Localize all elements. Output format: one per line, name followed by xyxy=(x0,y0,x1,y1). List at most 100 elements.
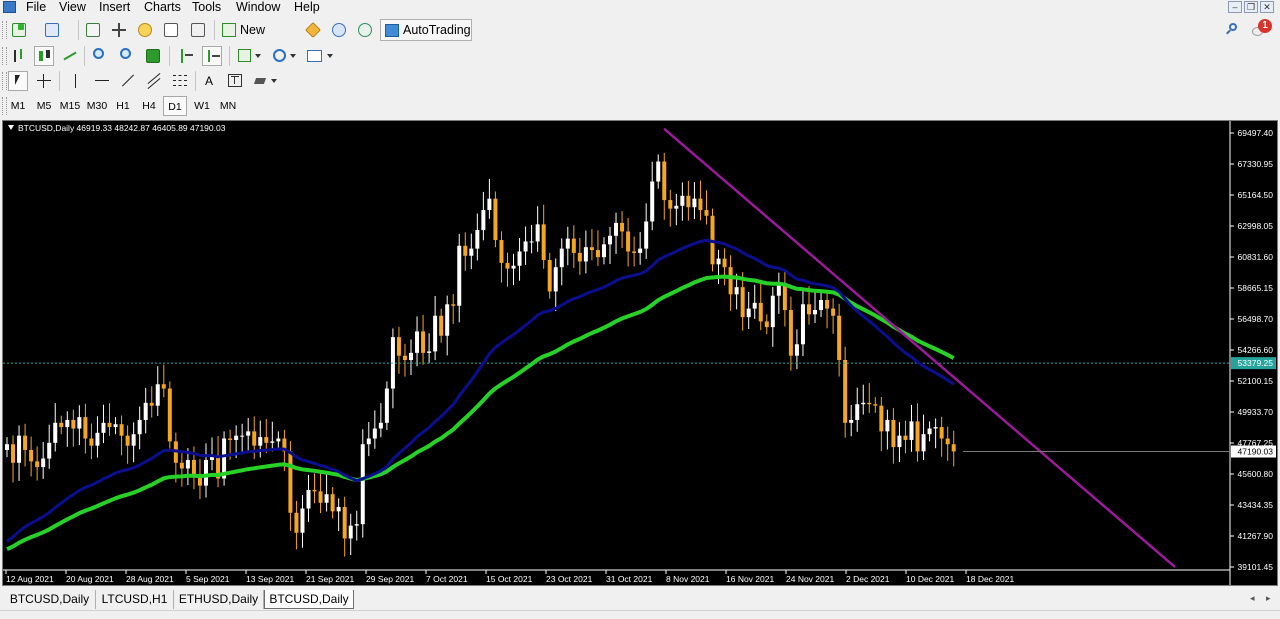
candle-body xyxy=(366,438,371,445)
timeframe-m15[interactable]: M15 xyxy=(58,96,82,116)
autoscroll-icon[interactable] xyxy=(202,46,222,66)
trendline-icon[interactable] xyxy=(118,71,138,91)
menu-file[interactable]: File xyxy=(24,0,48,15)
candle-body xyxy=(843,359,848,423)
fibonacci-icon[interactable] xyxy=(170,71,190,91)
cursor-icon[interactable] xyxy=(8,71,28,91)
time-tick-label: 2 Dec 2021 xyxy=(846,574,890,584)
price-tick-label: 67330.95 xyxy=(1238,159,1274,169)
autotrading-button[interactable]: AutoTrading xyxy=(380,19,472,41)
candle-body xyxy=(17,435,22,463)
candle-body xyxy=(921,434,926,452)
candle-body xyxy=(378,422,383,429)
candle-body xyxy=(360,444,365,525)
market-watch-icon[interactable] xyxy=(83,20,103,40)
candle-body xyxy=(595,250,600,258)
price-chart[interactable]: BTCUSD,Daily 46919.33 48242.87 46405.89 … xyxy=(3,121,1277,585)
data-window-icon[interactable] xyxy=(109,20,129,40)
indicators-dropdown-icon[interactable] xyxy=(235,46,263,66)
tab-scroll-right-icon[interactable]: ▸ xyxy=(1266,593,1271,604)
toolbar-grip[interactable] xyxy=(2,21,7,39)
chart-collapse-icon[interactable] xyxy=(8,125,14,130)
candle-body xyxy=(867,402,872,405)
candle-body xyxy=(764,321,769,328)
candle-body xyxy=(909,421,914,440)
metaeditor-icon[interactable] xyxy=(303,20,323,40)
tab-ltcusd-h1[interactable]: LTCUSD,H1 xyxy=(96,590,174,609)
navigator-icon[interactable] xyxy=(135,20,155,40)
timeframe-w1[interactable]: W1 xyxy=(190,96,214,116)
terminal-icon[interactable] xyxy=(161,20,181,40)
text-label-icon[interactable] xyxy=(225,71,245,91)
candle-body xyxy=(77,417,82,429)
menu-insert[interactable]: Insert xyxy=(97,0,132,15)
timeframe-h4[interactable]: H4 xyxy=(137,96,161,116)
vertical-line-icon[interactable] xyxy=(66,71,86,91)
profiles-icon[interactable] xyxy=(42,20,62,40)
tab-btcusd-daily-active[interactable]: BTCUSD,Daily xyxy=(264,590,354,609)
candle-body xyxy=(119,424,124,436)
new-chart-icon[interactable] xyxy=(9,20,29,40)
candle-body xyxy=(330,494,335,512)
timeframe-m30[interactable]: M30 xyxy=(85,96,109,116)
horizontal-line-icon[interactable] xyxy=(92,71,112,91)
toolbar-grip[interactable] xyxy=(2,47,7,65)
periods-dropdown-icon[interactable] xyxy=(270,46,298,66)
templates-dropdown-icon[interactable] xyxy=(305,46,335,66)
toolbar-separator xyxy=(78,20,79,40)
toolbar-grip[interactable] xyxy=(2,72,7,90)
equidistant-channel-icon[interactable] xyxy=(144,71,164,91)
timeframe-d1[interactable]: D1 xyxy=(163,96,187,116)
signals-icon[interactable] xyxy=(355,20,375,40)
text-tool-icon[interactable]: A xyxy=(199,71,219,91)
timeframe-h1[interactable]: H1 xyxy=(111,96,135,116)
candle-body xyxy=(614,222,619,236)
candle-body xyxy=(324,494,329,503)
toolbar-separator xyxy=(229,46,230,66)
arrows-dropdown-icon[interactable] xyxy=(251,71,279,91)
close-icon[interactable]: ✕ xyxy=(1260,1,1274,13)
time-tick-label: 31 Oct 2021 xyxy=(606,574,653,584)
candle-body xyxy=(246,431,251,436)
candle-body xyxy=(11,444,16,463)
app-icon[interactable] xyxy=(3,1,16,13)
menu-window[interactable]: Window xyxy=(234,0,282,15)
price-tick-label: 41267.90 xyxy=(1238,531,1274,541)
restore-icon[interactable]: ❐ xyxy=(1244,1,1258,13)
candle-body xyxy=(101,422,106,433)
new-order-button[interactable]: New Order xyxy=(220,19,298,59)
tab-scroll-left-icon[interactable]: ◂ xyxy=(1250,593,1255,604)
tile-windows-icon[interactable] xyxy=(143,46,163,66)
menu-tools[interactable]: Tools xyxy=(190,0,223,15)
menu-view[interactable]: View xyxy=(57,0,88,15)
candle-body xyxy=(692,198,697,208)
timeframe-mn[interactable]: MN xyxy=(216,96,240,116)
candle-body xyxy=(517,251,522,266)
zoom-out-icon[interactable] xyxy=(117,46,137,66)
minimize-icon[interactable]: – xyxy=(1228,1,1242,13)
community-icon[interactable] xyxy=(329,20,349,40)
tab-btcusd-daily-1[interactable]: BTCUSD,Daily xyxy=(4,590,96,609)
timeframe-m5[interactable]: M5 xyxy=(32,96,56,116)
candlestick-chart-icon[interactable] xyxy=(34,46,54,66)
chart-shift-icon[interactable] xyxy=(176,46,196,66)
candle-body xyxy=(179,462,184,469)
candle-body xyxy=(644,221,649,249)
menu-charts[interactable]: Charts xyxy=(142,0,183,15)
crosshair-icon[interactable] xyxy=(34,71,54,91)
notifications-icon[interactable]: 1 xyxy=(1250,19,1276,39)
candle-body xyxy=(601,244,606,258)
line-chart-icon[interactable] xyxy=(60,46,80,66)
chart-window[interactable]: BTCUSD,Daily 46919.33 48242.87 46405.89 … xyxy=(2,120,1278,586)
bar-chart-icon[interactable] xyxy=(9,46,29,66)
candle-body xyxy=(915,421,920,452)
candle-body xyxy=(71,419,76,429)
strategy-tester-icon[interactable] xyxy=(188,20,208,40)
search-icon[interactable] xyxy=(1225,20,1245,40)
menu-help[interactable]: Help xyxy=(292,0,322,15)
zoom-in-icon[interactable] xyxy=(90,46,110,66)
tab-ethusd-daily[interactable]: ETHUSD,Daily xyxy=(174,590,264,609)
time-tick-label: 13 Sep 2021 xyxy=(246,574,294,584)
candle-body xyxy=(819,300,824,311)
timeframe-m1[interactable]: M1 xyxy=(6,96,30,116)
